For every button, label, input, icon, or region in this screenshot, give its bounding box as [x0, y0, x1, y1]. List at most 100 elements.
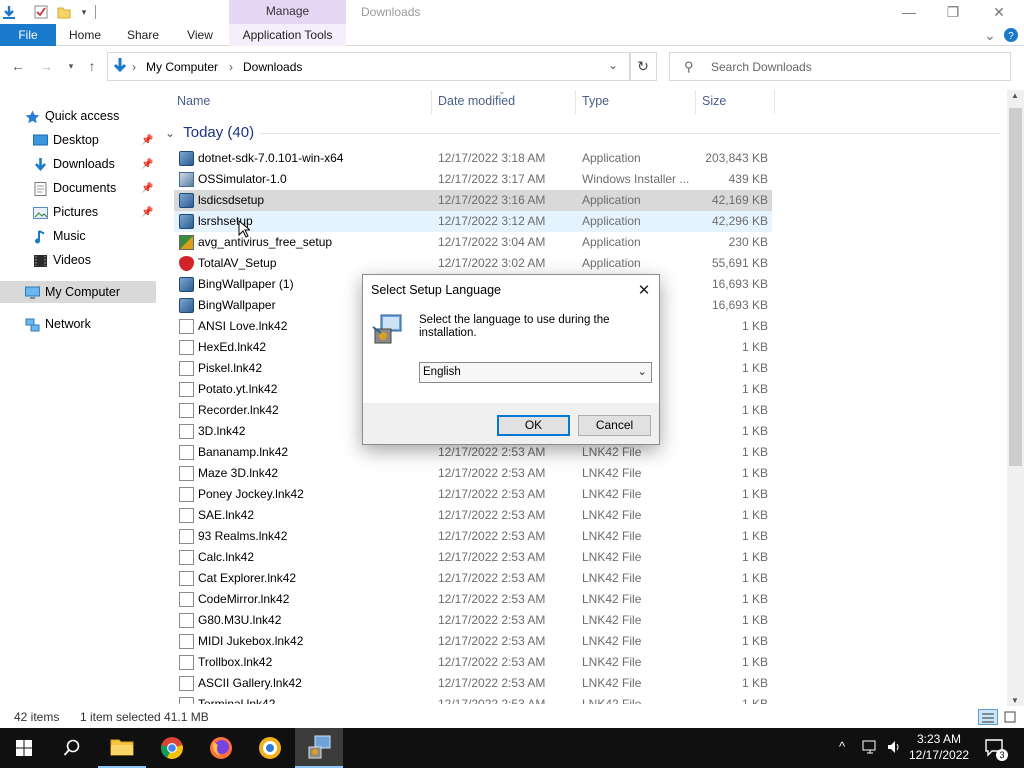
- file-row[interactable]: TotalAV_Setup 12/17/2022 3:02 AM Applicati…: [174, 253, 772, 274]
- clock[interactable]: 3:23 AM 12/17/2022: [909, 731, 969, 763]
- address-bar[interactable]: › My Computer › Downloads ⌄: [107, 52, 631, 81]
- breadcrumb-downloads[interactable]: Downloads: [243, 60, 302, 74]
- show-hidden-icons-icon[interactable]: ^: [839, 739, 845, 754]
- nav-documents[interactable]: Documents 📌: [0, 177, 156, 199]
- tab-home[interactable]: Home: [62, 24, 108, 46]
- nav-downloads-label: Downloads: [53, 157, 115, 171]
- quick-access-new-folder-icon[interactable]: [56, 4, 72, 20]
- details-view-icon[interactable]: [978, 709, 998, 725]
- file-row[interactable]: lsdicsdsetup 12/17/2022 3:16 AM Applicatio…: [174, 190, 772, 211]
- dialog-close-icon[interactable]: ✕: [633, 280, 655, 300]
- nav-documents-label: Documents: [53, 181, 117, 195]
- help-icon[interactable]: ?: [1000, 24, 1022, 46]
- file-type: LNK42 File: [582, 508, 642, 522]
- column-name[interactable]: Name: [177, 94, 210, 108]
- up-arrow-icon[interactable]: ↑: [84, 58, 100, 74]
- large-icons-view-icon[interactable]: [1002, 709, 1020, 725]
- language-select[interactable]: English ⌄: [419, 362, 652, 383]
- file-row[interactable]: Trollbox.lnk42 12/17/2022 2:53 AM LNK42 Fi…: [174, 652, 772, 673]
- back-arrow-icon[interactable]: ←: [10, 58, 26, 74]
- file-row[interactable]: Maze 3D.lnk42 12/17/2022 2:53 AM LNK42 Fil…: [174, 463, 772, 484]
- file-row[interactable]: CodeMirror.lnk42 12/17/2022 2:53 AM LNK42 …: [174, 589, 772, 610]
- file-date: 12/17/2022 2:53 AM: [438, 613, 546, 627]
- tab-share[interactable]: Share: [120, 24, 166, 46]
- app-file-icon: [179, 193, 194, 208]
- breadcrumb-my-computer[interactable]: My Computer: [146, 60, 218, 74]
- expand-ribbon-icon[interactable]: ⌄: [982, 24, 998, 46]
- file-type: LNK42 File: [582, 634, 642, 648]
- column-date-modified[interactable]: Date modified: [438, 94, 515, 108]
- file-row[interactable]: MIDI Jukebox.lnk42 12/17/2022 2:53 AM LNK4…: [174, 631, 772, 652]
- column-divider[interactable]: [575, 90, 576, 114]
- nav-desktop[interactable]: Desktop 📌: [0, 129, 156, 151]
- tab-file[interactable]: File: [0, 24, 56, 46]
- ok-button[interactable]: OK: [497, 415, 570, 436]
- file-size: 1 KB: [741, 466, 768, 480]
- file-row[interactable]: Calc.lnk42 12/17/2022 2:53 AM LNK42 File 1 …: [174, 547, 772, 568]
- quick-access-customize-icon[interactable]: ▾: [76, 4, 92, 20]
- tab-view[interactable]: View: [178, 24, 222, 46]
- selection-info: 1 item selected 41.1 MB: [80, 710, 209, 724]
- nav-videos[interactable]: Videos: [0, 249, 156, 271]
- network-tray-icon[interactable]: [862, 739, 878, 758]
- quick-access-properties-icon[interactable]: [33, 4, 49, 20]
- file-name: dotnet-sdk-7.0.101-win-x64: [198, 151, 344, 165]
- file-size: 1 KB: [741, 529, 768, 543]
- setup-taskbar-button[interactable]: [295, 728, 343, 768]
- browser-taskbar-button[interactable]: [246, 728, 294, 768]
- file-name: BingWallpaper (1): [198, 277, 294, 291]
- nav-my-computer[interactable]: My Computer: [0, 281, 156, 303]
- file-file-icon: [179, 340, 194, 355]
- nav-network[interactable]: Network: [0, 313, 156, 335]
- column-size[interactable]: Size: [702, 94, 726, 108]
- column-divider[interactable]: [695, 90, 696, 114]
- file-row[interactable]: lsrshsetup 12/17/2022 3:12 AM Application 4…: [174, 211, 772, 232]
- file-row[interactable]: Bananamp.lnk42 12/17/2022 2:53 AM LNK42 Fi…: [174, 442, 772, 463]
- refresh-button[interactable]: ↻: [629, 52, 657, 81]
- file-explorer-taskbar-button[interactable]: [98, 728, 146, 768]
- file-row[interactable]: ASCII Gallery.lnk42 12/17/2022 2:53 AM LNK…: [174, 673, 772, 694]
- file-row[interactable]: G80.M3U.lnk42 12/17/2022 2:53 AM LNK42 Fil…: [174, 610, 772, 631]
- scroll-down-icon[interactable]: ▼: [1011, 696, 1019, 705]
- file-row[interactable]: SAE.lnk42 12/17/2022 2:53 AM LNK42 File 1 K…: [174, 505, 772, 526]
- nav-music[interactable]: Music: [0, 225, 156, 247]
- forward-arrow-icon[interactable]: →: [38, 58, 54, 74]
- recent-locations-icon[interactable]: ▾: [63, 58, 79, 74]
- nav-pictures[interactable]: Pictures 📌: [0, 201, 156, 223]
- cancel-button[interactable]: Cancel: [578, 415, 651, 436]
- file-name: MIDI Jukebox.lnk42: [198, 634, 304, 648]
- file-row[interactable]: Cat Explorer.lnk42 12/17/2022 2:53 AM LNK4…: [174, 568, 772, 589]
- file-row[interactable]: Poney Jockey.lnk42 12/17/2022 2:53 AM LNK4…: [174, 484, 772, 505]
- search-input[interactable]: ⚲ Search Downloads: [669, 52, 1011, 81]
- file-file-icon: [179, 508, 194, 523]
- file-name: G80.M3U.lnk42: [198, 613, 282, 627]
- scroll-up-icon[interactable]: ▲: [1011, 91, 1019, 100]
- nav-downloads[interactable]: Downloads 📌: [0, 153, 156, 175]
- nav-quick-access[interactable]: Quick access: [0, 105, 156, 127]
- file-row[interactable]: 93 Realms.lnk42 12/17/2022 2:53 AM LNK42 F…: [174, 526, 772, 547]
- group-header[interactable]: ⌄ Today (40): [165, 124, 254, 141]
- address-dropdown-icon[interactable]: ⌄: [608, 58, 618, 72]
- minimize-button[interactable]: —: [886, 0, 932, 24]
- column-divider[interactable]: [774, 90, 775, 114]
- maximize-button[interactable]: ❐: [930, 0, 976, 24]
- file-row[interactable]: Terminal.lnk42 12/17/2022 2:53 AM LNK42 Fi…: [174, 694, 772, 704]
- search-taskbar-button[interactable]: [48, 728, 96, 768]
- volume-icon[interactable]: [886, 739, 902, 758]
- start-button[interactable]: [0, 728, 48, 768]
- column-type[interactable]: Type: [582, 94, 609, 108]
- chrome-taskbar-button[interactable]: [148, 728, 196, 768]
- file-file-icon: [179, 550, 194, 565]
- collapse-chevron-icon[interactable]: ⌄: [165, 126, 175, 140]
- file-type: LNK42 File: [582, 487, 642, 501]
- close-button[interactable]: ✕: [976, 0, 1022, 24]
- scrollbar-thumb[interactable]: [1009, 108, 1022, 466]
- manage-tab[interactable]: Manage: [229, 0, 346, 24]
- firefox-taskbar-button[interactable]: [197, 728, 245, 768]
- quick-access-download-icon[interactable]: [1, 4, 17, 20]
- file-row[interactable]: avg_antivirus_free_setup 12/17/2022 3:04 …: [174, 232, 772, 253]
- file-row[interactable]: dotnet-sdk-7.0.101-win-x64 12/17/2022 3:1…: [174, 148, 772, 169]
- column-divider[interactable]: [431, 90, 432, 114]
- file-row[interactable]: OSSimulator-1.0 12/17/2022 3:17 AM Windows…: [174, 169, 772, 190]
- tab-application-tools[interactable]: Application Tools: [229, 24, 346, 46]
